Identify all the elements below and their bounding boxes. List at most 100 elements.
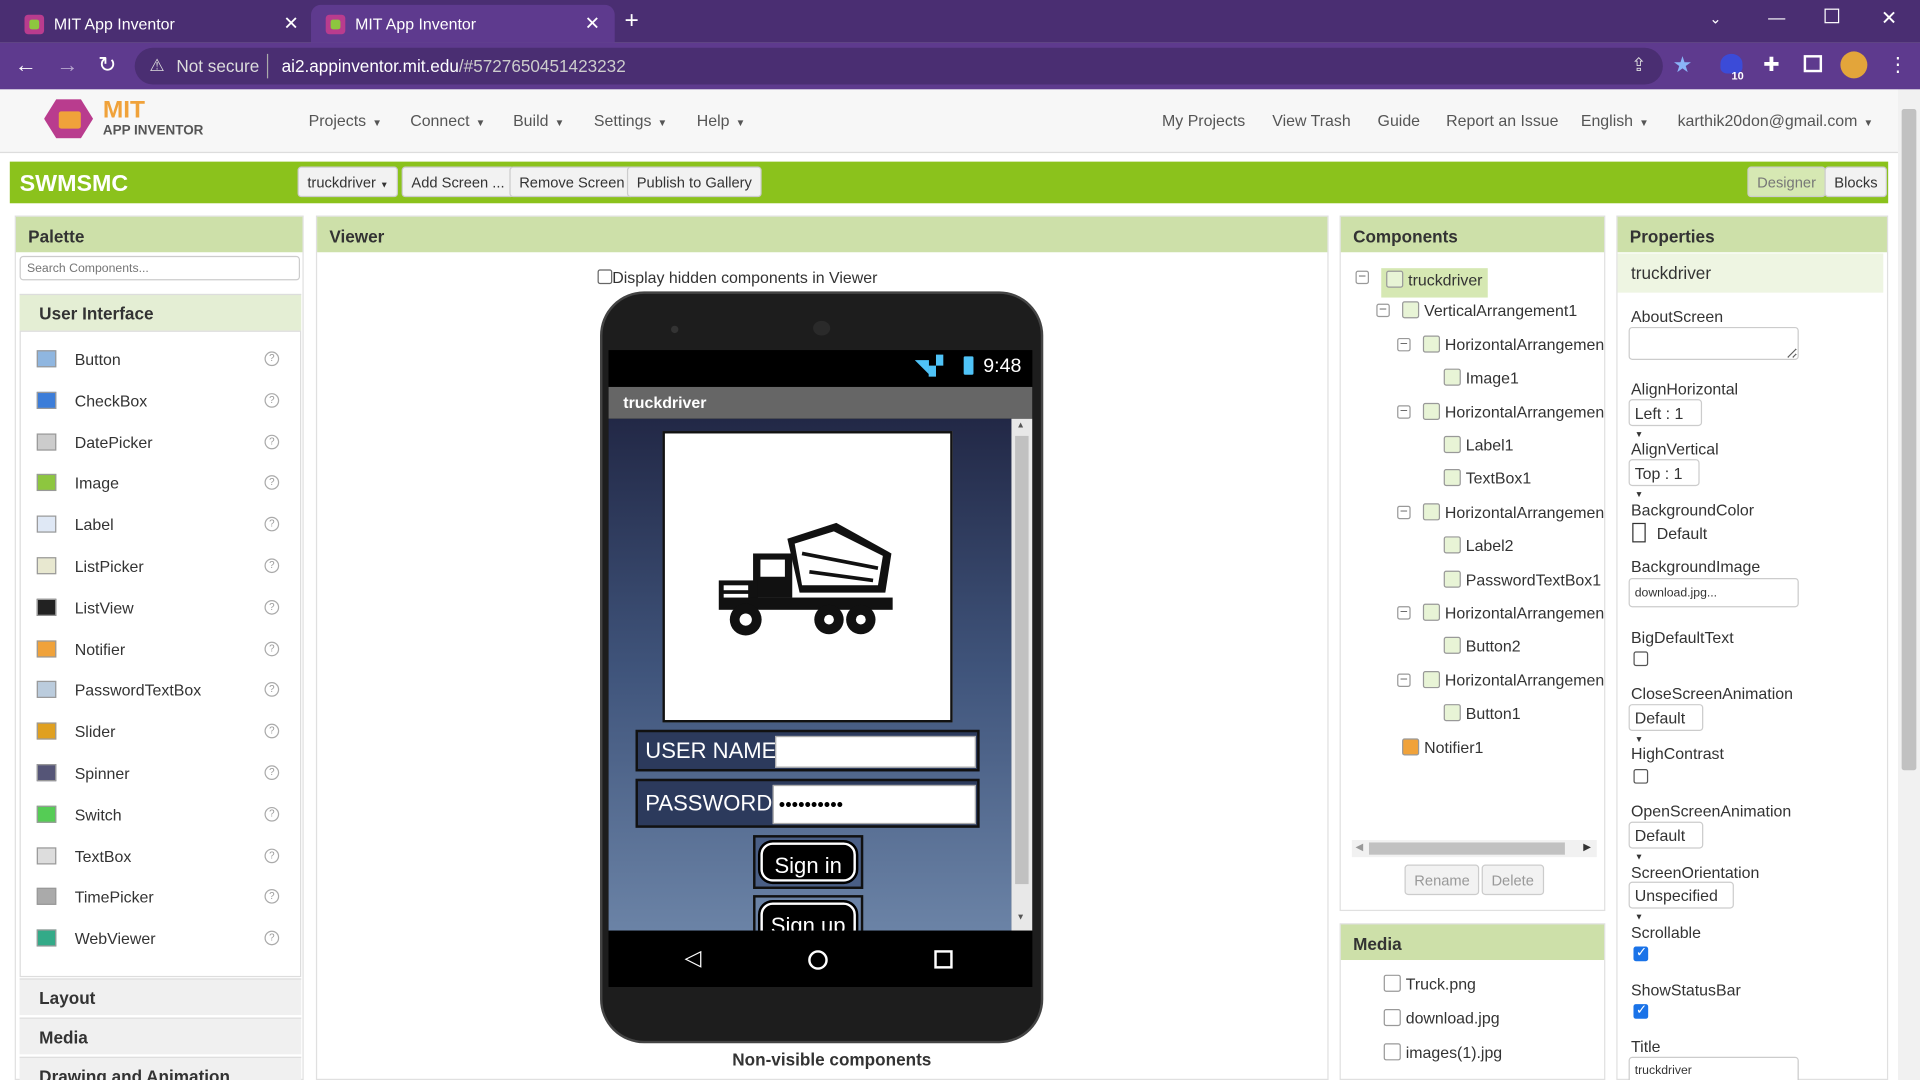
add-screen-button[interactable]: Add Screen ... — [401, 166, 515, 198]
omnibox[interactable]: ⚠ Not secure ai2.appinventor.mit.edu/#57… — [134, 47, 1663, 85]
title-input[interactable]: truckdriver — [1628, 1056, 1799, 1080]
maximize-icon[interactable] — [1824, 8, 1840, 24]
truck-image[interactable] — [662, 431, 953, 723]
media-file[interactable]: download.jpg — [1383, 1008, 1500, 1033]
page-scrollbar[interactable] — [1897, 89, 1920, 1080]
tree-node[interactable]: VerticalArrangement1 — [1402, 301, 1577, 326]
palette-item[interactable]: Spinner? — [36, 759, 282, 793]
category-media[interactable]: Media — [19, 1017, 302, 1055]
reload-icon[interactable]: ↻ — [98, 53, 116, 79]
delete-button[interactable]: Delete — [1481, 864, 1544, 896]
palette-item[interactable]: ListPicker? — [36, 552, 282, 586]
tree-node[interactable]: HorizontalArrangemen — [1422, 503, 1604, 527]
tree-node[interactable]: Notifier1 — [1402, 737, 1483, 762]
scrollable-checkbox[interactable] — [1633, 944, 1649, 962]
palette-item[interactable]: Button? — [36, 345, 282, 379]
tree-node[interactable]: truckdriver — [1381, 268, 1488, 298]
menu-build[interactable]: Build ▼ — [513, 111, 564, 129]
help-icon[interactable]: ? — [264, 392, 280, 408]
help-icon[interactable]: ? — [264, 889, 280, 905]
link-report-issue[interactable]: Report an Issue — [1446, 111, 1558, 129]
language-menu[interactable]: English ▼ — [1581, 111, 1649, 129]
help-icon[interactable]: ? — [264, 682, 280, 698]
palette-item[interactable]: DatePicker? — [36, 428, 282, 462]
tree-node[interactable]: Label2 — [1443, 536, 1514, 561]
palette-item[interactable]: WebViewer? — [36, 925, 282, 959]
hidden-components-toggle[interactable]: Display hidden components in Viewer — [597, 268, 877, 287]
help-icon[interactable]: ? — [264, 723, 280, 739]
show-status-bar-checkbox[interactable] — [1633, 1002, 1649, 1019]
tree-node[interactable]: Button1 — [1443, 704, 1521, 728]
tree-node[interactable]: Image1 — [1443, 368, 1519, 393]
palette-item[interactable]: Switch? — [36, 801, 282, 835]
new-tab-icon[interactable]: + — [624, 7, 638, 35]
minimize-icon[interactable]: — — [1768, 7, 1785, 27]
signin-button[interactable]: Sign in — [757, 840, 859, 885]
high-contrast-checkbox[interactable] — [1633, 768, 1649, 784]
help-icon[interactable]: ? — [264, 434, 280, 449]
help-icon[interactable]: ? — [264, 351, 280, 367]
tree-node[interactable]: HorizontalArrangemen — [1422, 335, 1604, 359]
screen-orientation-select[interactable]: Unspecified ▼ — [1628, 881, 1734, 922]
blocks-button[interactable]: Blocks — [1824, 166, 1888, 198]
side-panel-icon[interactable] — [1803, 55, 1823, 73]
menu-help[interactable]: Help ▼ — [697, 111, 746, 129]
browser-tab-active[interactable]: MIT App Inventor ✕ — [311, 4, 615, 43]
scroll-left-icon[interactable]: ◀ — [1356, 841, 1364, 852]
help-icon[interactable]: ? — [264, 558, 280, 574]
tree-collapse-toggle[interactable]: − — [1355, 270, 1369, 285]
palette-item[interactable]: TimePicker? — [36, 883, 282, 917]
puzzle-icon[interactable]: ✚ — [1763, 53, 1779, 77]
category-layout[interactable]: Layout — [19, 978, 302, 1016]
tree-collapse-toggle[interactable]: − — [1397, 337, 1411, 352]
palette-item[interactable]: CheckBox? — [36, 387, 282, 421]
palette-item[interactable]: Label? — [36, 511, 282, 545]
link-guide[interactable]: Guide — [1378, 111, 1420, 129]
about-screen-input[interactable] — [1628, 326, 1799, 361]
tree-collapse-toggle[interactable]: − — [1397, 505, 1411, 519]
screen-select[interactable]: truckdriver ▼ — [297, 166, 399, 198]
help-icon[interactable]: ? — [264, 930, 280, 946]
forward-icon[interactable]: → — [56, 53, 78, 79]
close-animation-select[interactable]: Default ▼ — [1628, 704, 1704, 744]
password-textbox[interactable]: •••••••••• — [772, 784, 976, 825]
category-user-interface[interactable]: User Interface — [19, 293, 302, 331]
palette-item[interactable]: ListView? — [36, 594, 282, 628]
back-icon[interactable]: ← — [15, 53, 37, 79]
palette-item[interactable]: Notifier? — [36, 635, 282, 669]
help-icon[interactable]: ? — [264, 475, 280, 491]
tree-horizontal-scrollbar[interactable]: ◀ ▶ — [1351, 840, 1597, 858]
palette-item[interactable]: Slider? — [36, 718, 282, 752]
tree-node[interactable]: Button2 — [1443, 637, 1521, 661]
help-icon[interactable]: ? — [264, 848, 280, 863]
tree-node[interactable]: HorizontalArrangemen — [1422, 402, 1604, 426]
category-drawing-animation[interactable]: Drawing and Animation — [19, 1056, 302, 1080]
phone-scrollbar[interactable]: ▲ ▼ — [1011, 418, 1033, 931]
help-icon[interactable]: ? — [264, 765, 280, 781]
palette-item[interactable]: Image? — [36, 469, 282, 503]
account-menu[interactable]: karthik20don@gmail.com ▼ — [1678, 111, 1874, 129]
scroll-up-icon[interactable]: ▲ — [1016, 421, 1024, 430]
remove-screen-button[interactable]: Remove Screen — [509, 166, 635, 198]
scrollbar-thumb[interactable] — [1901, 108, 1917, 771]
browser-menu-icon[interactable]: ⋮ — [1888, 53, 1908, 77]
align-vertical-select[interactable]: Top : 1 ▼ — [1628, 459, 1700, 500]
publish-gallery-button[interactable]: Publish to Gallery — [626, 166, 762, 198]
tree-node[interactable]: TextBox1 — [1443, 469, 1531, 493]
scroll-down-icon[interactable]: ▼ — [1016, 913, 1024, 922]
share-icon[interactable]: ⇪ — [1631, 54, 1646, 76]
background-color-value[interactable]: Default — [1657, 524, 1707, 542]
tab-search-icon[interactable]: ⌄ — [1709, 10, 1721, 27]
link-view-trash[interactable]: View Trash — [1272, 111, 1350, 129]
bookmark-star-icon[interactable]: ★ — [1673, 53, 1693, 79]
color-swatch[interactable] — [1632, 522, 1646, 543]
tree-node[interactable]: Label1 — [1443, 435, 1514, 460]
help-icon[interactable]: ? — [264, 806, 280, 822]
palette-search-input[interactable] — [19, 255, 301, 281]
tree-node[interactable]: HorizontalArrangemen — [1422, 670, 1604, 695]
tree-collapse-toggle[interactable]: − — [1397, 606, 1411, 620]
url-text[interactable]: ai2.appinventor.mit.edu/#572765045142323… — [282, 56, 626, 76]
palette-item[interactable]: PasswordTextBox? — [36, 676, 282, 710]
tree-node[interactable]: HorizontalArrangemen — [1422, 603, 1604, 628]
profile-avatar[interactable] — [1840, 51, 1868, 79]
